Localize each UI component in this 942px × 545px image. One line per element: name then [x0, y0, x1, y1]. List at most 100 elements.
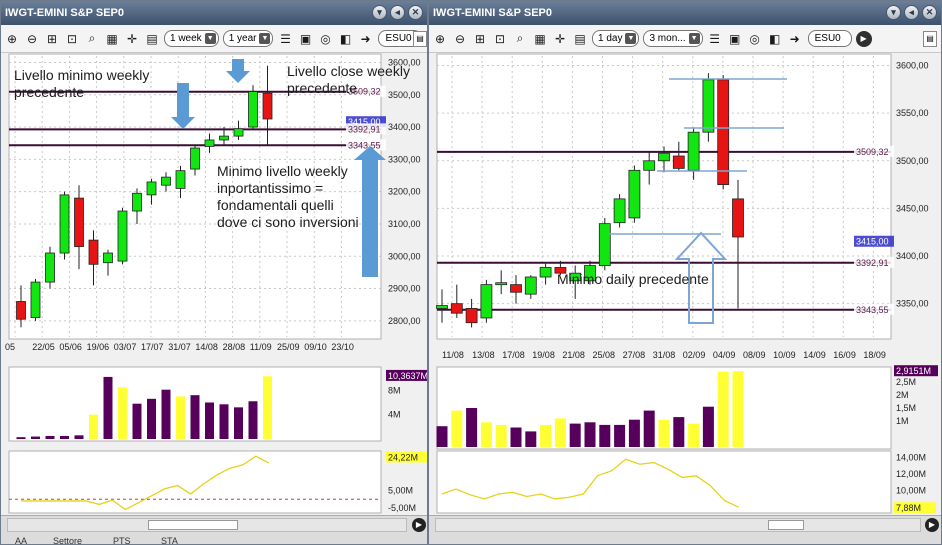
volume-bar — [89, 414, 98, 439]
time-tick-label: 09/10 — [304, 342, 327, 352]
time-tick-label: 28/08 — [223, 342, 246, 352]
candle-body — [450, 303, 463, 314]
volume-bar — [717, 371, 729, 447]
status-label: PTS — [113, 536, 131, 545]
volume-bar — [219, 404, 229, 439]
volume-bar — [466, 408, 478, 447]
volume-bar — [45, 435, 55, 439]
time-tick-label: 04/09 — [713, 350, 736, 360]
price-tag-label: 3415,00 — [856, 237, 889, 247]
price-tag-label: 3343,55 — [856, 305, 889, 315]
time-tick-label: 13/08 — [472, 350, 495, 360]
time-tick-label: 17/08 — [502, 350, 525, 360]
weekly-chart-window: IWGT-EMINI S&P SEP0 ▾ ◂ ✕ ⊕ ⊖ ⊞ ⊡ ⌕ ▦ ✛ … — [0, 0, 428, 545]
volume-bar — [688, 423, 700, 447]
candle-body — [598, 223, 611, 266]
volume-bar — [658, 419, 670, 447]
volume-bar — [673, 417, 685, 447]
time-tick-label: 11/08 — [442, 350, 464, 360]
status-label: STA — [161, 536, 178, 545]
volume-bar — [569, 423, 581, 447]
price-tag-label: 3343,55 — [348, 140, 381, 150]
candle-body — [613, 198, 626, 224]
time-tick-label: 16/09 — [833, 350, 856, 360]
time-tick-label: 03/07 — [114, 342, 137, 352]
candle-body — [524, 276, 537, 295]
candle-body — [658, 152, 670, 162]
daily-scroll-thumb[interactable] — [768, 520, 804, 530]
oscillator-axis-label: 14,00M — [896, 453, 926, 463]
time-tick-label: 11/09 — [250, 342, 272, 352]
volume-bar — [248, 401, 258, 439]
candle-body — [628, 169, 641, 219]
oscillator-axis-label: 10,00M — [896, 486, 926, 496]
price-tick-label: 3550,00 — [896, 108, 929, 118]
oscillator-axis-label: -5,00M — [388, 503, 416, 513]
candle-body — [16, 301, 26, 320]
time-tick-label: 17/07 — [141, 342, 164, 352]
volume-bar — [525, 431, 537, 447]
weekly-scroll-thumb[interactable] — [148, 520, 238, 530]
price-tick-label: 3100,00 — [388, 219, 421, 229]
candle-body — [480, 284, 493, 319]
candle-body — [495, 282, 508, 286]
scroll-right-arrow-icon[interactable]: ▶ — [925, 518, 939, 532]
volume-axis-label: 8M — [388, 385, 401, 395]
volume-bar — [103, 376, 113, 439]
price-tick-label: 2900,00 — [388, 284, 421, 294]
oscillator-panel — [8, 450, 382, 514]
time-tick-label: 21/08 — [562, 350, 585, 360]
candle-body — [465, 308, 478, 324]
volume-bar — [436, 426, 448, 447]
volume-bar — [263, 376, 272, 439]
volume-bar — [205, 402, 214, 439]
candle-body — [30, 281, 41, 319]
annotation-weekly-min-note: Minimo livello weekly inportantissimo = … — [217, 163, 359, 230]
time-tick-label: 25/09 — [277, 342, 300, 352]
price-tick-label: 3600,00 — [896, 61, 929, 71]
time-tick-label: 25/08 — [593, 350, 616, 360]
volume-bar — [132, 403, 142, 439]
volume-tag-label: 10,3637M — [388, 371, 428, 381]
volume-bar — [495, 424, 507, 447]
candle-body — [510, 284, 522, 293]
volume-bar — [31, 436, 40, 439]
weekly-scrollbar[interactable] — [7, 518, 407, 532]
volume-bar — [599, 424, 611, 447]
price-tag-label: 3392,91 — [856, 258, 889, 268]
volume-axis-label: 1M — [896, 416, 909, 426]
price-tick-label: 3000,00 — [388, 251, 421, 261]
volume-bar — [234, 407, 243, 439]
time-tick-label: 19/08 — [532, 350, 555, 360]
volume-bar — [510, 427, 522, 447]
candle-body — [103, 252, 113, 264]
price-tick-label: 2800,00 — [388, 316, 421, 326]
price-tick-label: 3200,00 — [388, 187, 421, 197]
volume-bar — [480, 422, 492, 447]
scroll-right-arrow-icon[interactable]: ▶ — [412, 518, 426, 532]
candle-body — [687, 131, 700, 171]
time-tick-label: 19/06 — [87, 342, 110, 352]
volume-bar — [60, 435, 69, 439]
status-label: Settore — [53, 536, 83, 545]
time-tick-label: 22/05 — [32, 342, 55, 352]
volume-bar — [554, 418, 566, 447]
daily-scrollbar[interactable] — [435, 518, 921, 532]
price-tick-label: 3450,00 — [896, 203, 929, 213]
annotation-weekly-low-prev: Livello minimo weekly precedente — [14, 67, 150, 100]
candle-body — [74, 197, 84, 247]
price-panel — [436, 53, 892, 340]
price-tick-label: 3350,00 — [896, 299, 929, 309]
volume-bar — [161, 389, 171, 439]
candle-body — [539, 267, 552, 278]
candle-body — [204, 139, 215, 147]
candle-body — [643, 160, 656, 171]
candle-body — [219, 135, 229, 141]
volume-bar — [732, 371, 744, 447]
daily-chart: 3600,00 3550,00 3500,00 3450,00 3400,00 3350,… — [436, 53, 938, 514]
volume-bar — [628, 419, 640, 447]
candle-body — [233, 128, 244, 137]
volume-bar — [147, 398, 156, 439]
annotation-weekly-close-prev: Livello close weekly precedente — [287, 63, 410, 96]
candle-body — [717, 79, 730, 185]
